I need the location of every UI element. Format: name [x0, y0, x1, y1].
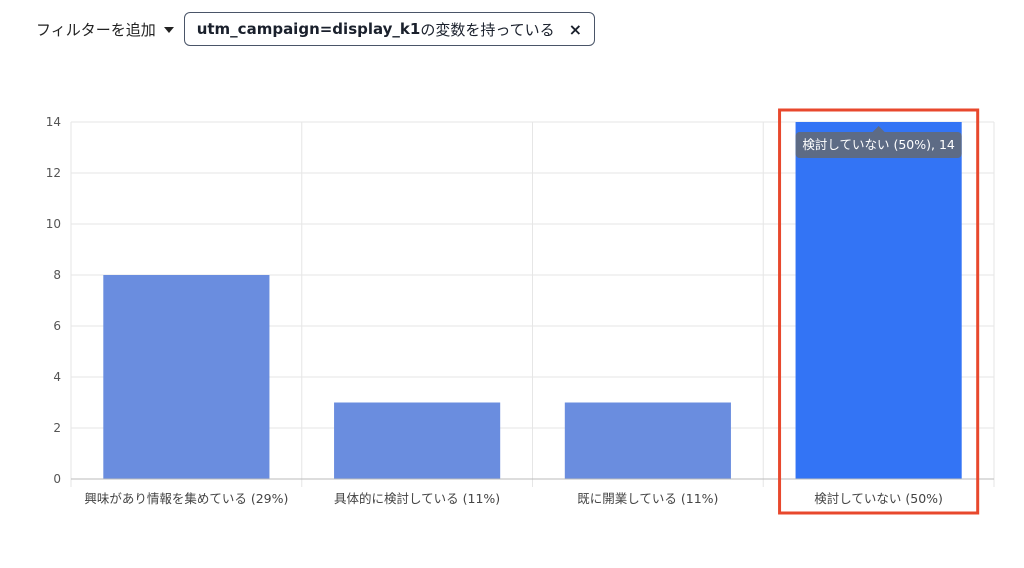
y-tick-label: 4: [53, 370, 61, 384]
bar[interactable]: [334, 402, 501, 480]
x-tick-label: 具体的に検討している (11%): [334, 491, 500, 506]
y-tick-label: 12: [46, 166, 61, 180]
bar[interactable]: [103, 275, 270, 479]
x-tick-label: 既に開業している (11%): [577, 491, 718, 506]
bar[interactable]: [795, 122, 962, 479]
y-tick-label: 14: [46, 115, 61, 129]
y-tick-label: 0: [53, 472, 61, 486]
x-tick-label: 興味があり情報を集めている (29%): [84, 491, 288, 506]
y-axis: 0 2 4 6 8 10 12 14: [46, 115, 61, 486]
y-tick-label: 8: [53, 268, 61, 282]
y-tick-label: 10: [46, 217, 61, 231]
tooltip-text: 検討していない (50%), 14: [802, 137, 955, 152]
x-tick-label: 検討していない (50%): [814, 491, 943, 506]
y-tick-label: 6: [53, 319, 61, 333]
bar-chart: 0 2 4 6 8 10 12 14 興味があり情報を集めている (29%) 具体的に検討してい…: [46, 108, 995, 515]
bar[interactable]: [564, 402, 731, 480]
y-tick-label: 2: [53, 421, 61, 435]
